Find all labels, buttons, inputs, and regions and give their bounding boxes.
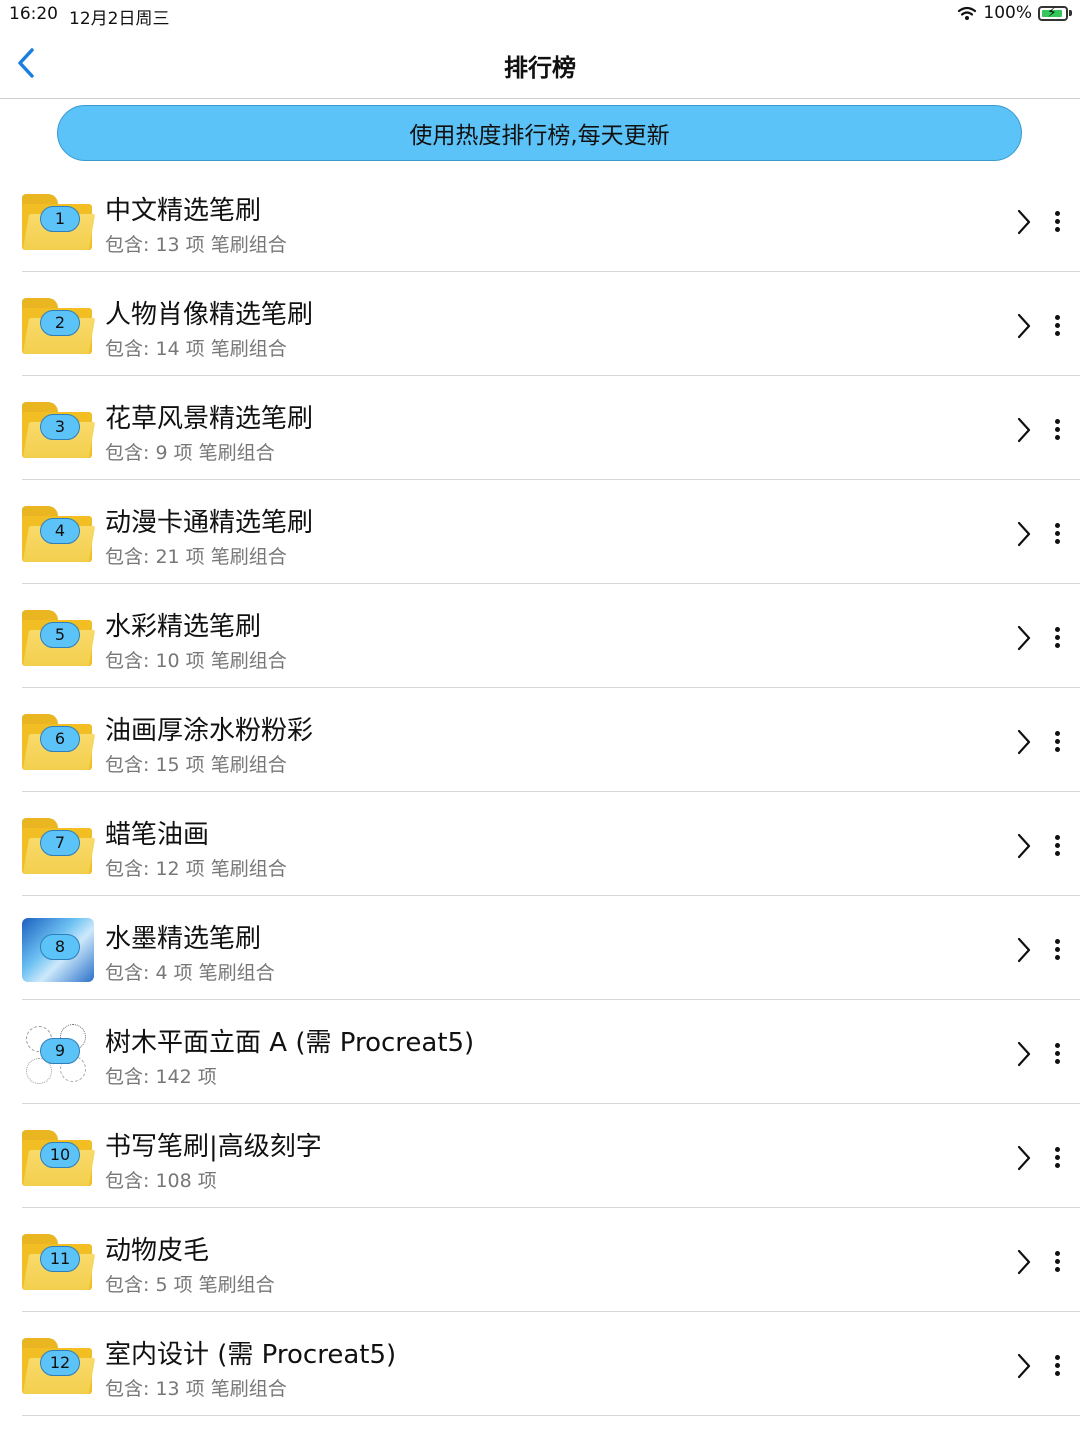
item-subtitle: 包含: 12 项 笔刷组合: [105, 858, 287, 880]
more-options-icon[interactable]: [1046, 1144, 1068, 1172]
page-title: 排行榜: [504, 54, 576, 82]
ranking-list: 1 中文精选笔刷包含: 13 项 笔刷组合 2 人物肖像精选笔刷包含: 14 项 笔刷…: [0, 168, 1080, 1416]
item-title: 油画厚涂水粉粉彩: [105, 716, 314, 746]
rank-badge: 5: [40, 622, 80, 648]
item-title: 动漫卡通精选笔刷: [105, 508, 314, 538]
item-subtitle: 包含: 5 项 笔刷组合: [105, 1274, 275, 1296]
list-item[interactable]: 4 动漫卡通精选笔刷包含: 21 项 笔刷组合: [0, 480, 1080, 584]
item-title: 中文精选笔刷: [105, 196, 262, 226]
status-date: 12月2日周三: [69, 9, 170, 29]
chevron-right-icon[interactable]: [1012, 936, 1034, 964]
item-subtitle: 包含: 15 项 笔刷组合: [105, 754, 287, 776]
list-item[interactable]: 3 花草风景精选笔刷包含: 9 项 笔刷组合: [0, 376, 1080, 480]
item-title: 水彩精选笔刷: [105, 612, 262, 642]
chevron-right-icon[interactable]: [1012, 208, 1034, 236]
chevron-right-icon[interactable]: [1012, 416, 1034, 444]
more-options-icon[interactable]: [1046, 208, 1068, 236]
chevron-right-icon[interactable]: [1012, 1248, 1034, 1276]
more-options-icon[interactable]: [1046, 728, 1068, 756]
list-item[interactable]: 12 室内设计 (需 Procreat5) 包含: 13 项 笔刷组合: [0, 1312, 1080, 1416]
list-item[interactable]: 10 书写笔刷|高级刻字包含: 108 项: [0, 1104, 1080, 1208]
list-item[interactable]: 7 蜡笔油画包含: 12 项 笔刷组合: [0, 792, 1080, 896]
rank-badge: 6: [40, 726, 80, 752]
more-options-icon[interactable]: [1046, 416, 1068, 444]
rank-badge: 9: [40, 1038, 80, 1064]
item-subtitle: 包含: 108 项: [105, 1170, 217, 1192]
list-item[interactable]: 1 中文精选笔刷包含: 13 项 笔刷组合: [0, 168, 1080, 272]
status-bar: 16:20 12月2日周三 100% ⚡: [0, 0, 1080, 29]
more-options-icon[interactable]: [1046, 520, 1068, 548]
more-options-icon[interactable]: [1046, 1040, 1068, 1068]
navigation-bar: 排行榜: [0, 28, 1080, 99]
item-title: 树木平面立面 A (需 Procreat5): [105, 1028, 475, 1058]
item-title: 人物肖像精选笔刷: [105, 300, 314, 330]
chevron-right-icon[interactable]: [1012, 832, 1034, 860]
rank-badge: 12: [40, 1350, 80, 1376]
banner-label: 使用热度排行榜,每天更新: [409, 123, 670, 149]
more-options-icon[interactable]: [1046, 1248, 1068, 1276]
list-item[interactable]: 2 人物肖像精选笔刷包含: 14 项 笔刷组合: [0, 272, 1080, 376]
rank-badge: 3: [40, 414, 80, 440]
wifi-icon: [958, 6, 977, 20]
item-title: 室内设计 (需 Procreat5): [105, 1340, 397, 1370]
item-title: 书写笔刷|高级刻字: [105, 1132, 322, 1162]
rank-badge: 10: [40, 1142, 80, 1168]
rank-badge: 4: [40, 518, 80, 544]
item-subtitle: 包含: 14 项 笔刷组合: [105, 338, 287, 360]
more-options-icon[interactable]: [1046, 936, 1068, 964]
list-item[interactable]: 5 水彩精选笔刷包含: 10 项 笔刷组合: [0, 584, 1080, 688]
item-subtitle: 包含: 21 项 笔刷组合: [105, 546, 287, 568]
chevron-right-icon[interactable]: [1012, 728, 1034, 756]
rank-badge: 2: [40, 310, 80, 336]
list-item[interactable]: 6 油画厚涂水粉粉彩包含: 15 项 笔刷组合: [0, 688, 1080, 792]
item-subtitle: 包含: 10 项 笔刷组合: [105, 650, 287, 672]
status-indicators: 100% ⚡: [957, 3, 1072, 23]
chevron-right-icon[interactable]: [1012, 520, 1034, 548]
chevron-right-icon[interactable]: [1012, 1352, 1034, 1380]
rank-badge: 11: [40, 1246, 80, 1272]
chevron-right-icon[interactable]: [1012, 1040, 1034, 1068]
list-item[interactable]: 9 树木平面立面 A (需 Procreat5) 包含: 142 项: [0, 1000, 1080, 1104]
item-title: 蜡笔油画: [105, 820, 210, 850]
rank-badge: 8: [40, 934, 80, 960]
battery-percent: 100%: [983, 3, 1032, 23]
item-title: 水墨精选笔刷: [105, 924, 262, 954]
item-subtitle: 包含: 9 项 笔刷组合: [105, 442, 275, 464]
chevron-right-icon[interactable]: [1012, 1144, 1034, 1172]
chevron-right-icon[interactable]: [1012, 624, 1034, 652]
item-subtitle: 包含: 13 项 笔刷组合: [105, 1378, 287, 1400]
item-subtitle: 包含: 142 项: [105, 1066, 217, 1088]
list-item[interactable]: 8 水墨精选笔刷包含: 4 项 笔刷组合: [0, 896, 1080, 1000]
item-title: 花草风景精选笔刷: [105, 404, 314, 434]
more-options-icon[interactable]: [1046, 624, 1068, 652]
item-subtitle: 包含: 13 项 笔刷组合: [105, 234, 287, 256]
ranking-banner[interactable]: 使用热度排行榜,每天更新: [57, 105, 1022, 161]
list-item[interactable]: 11 动物皮毛包含: 5 项 笔刷组合: [0, 1208, 1080, 1312]
more-options-icon[interactable]: [1046, 312, 1068, 340]
chevron-right-icon[interactable]: [1012, 312, 1034, 340]
more-options-icon[interactable]: [1046, 832, 1068, 860]
more-options-icon[interactable]: [1046, 1352, 1068, 1380]
rank-badge: 1: [40, 206, 80, 232]
rank-badge: 7: [40, 830, 80, 856]
battery-icon: ⚡: [1038, 5, 1068, 21]
status-time: 16:20: [9, 4, 58, 24]
item-subtitle: 包含: 4 项 笔刷组合: [105, 962, 275, 984]
item-title: 动物皮毛: [105, 1236, 210, 1266]
